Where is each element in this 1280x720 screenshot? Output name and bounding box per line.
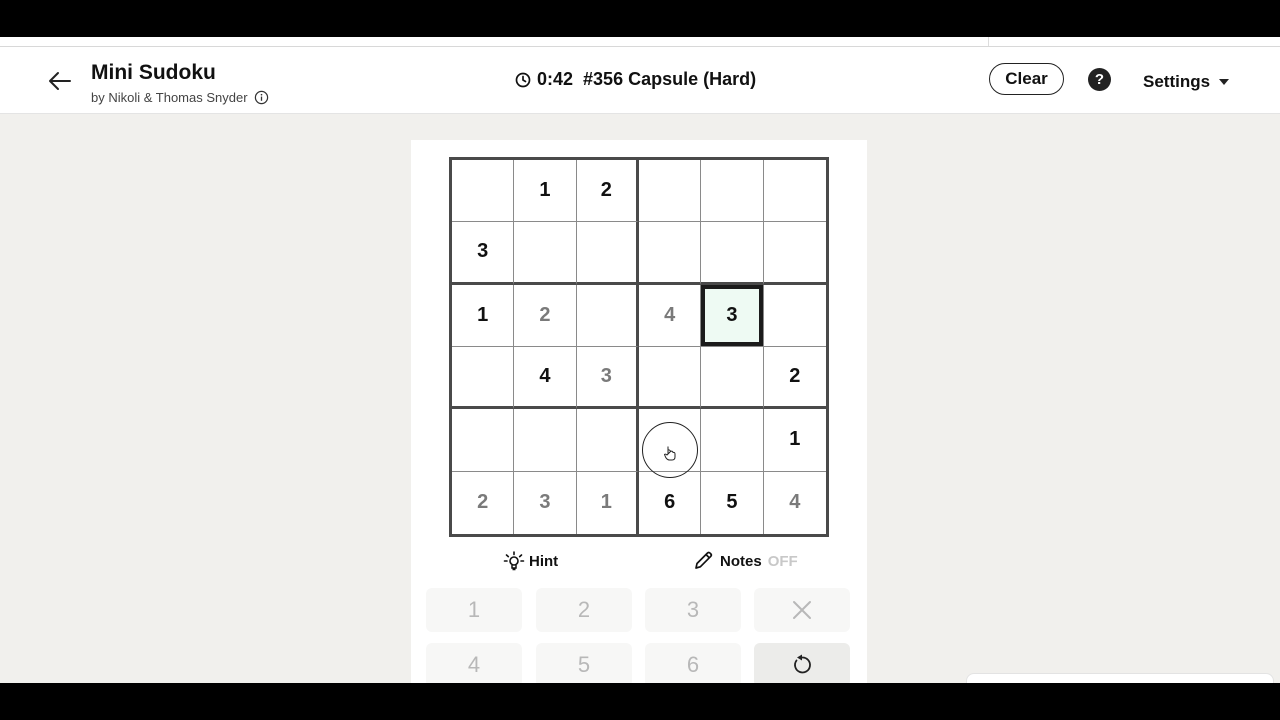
byline-text: by Nikoli & Thomas Snyder xyxy=(91,90,248,105)
key-3[interactable]: 3 xyxy=(645,588,741,632)
sudoku-cell[interactable]: 1 xyxy=(452,284,515,347)
help-icon: ? xyxy=(1094,71,1105,88)
key-2[interactable]: 2 xyxy=(536,588,632,632)
sudoku-cell[interactable] xyxy=(638,346,702,410)
sudoku-cell[interactable]: 2 xyxy=(763,347,826,410)
sudoku-cell[interactable] xyxy=(701,409,764,472)
sudoku-cell[interactable] xyxy=(576,222,639,285)
sudoku-cell[interactable]: 2 xyxy=(514,284,577,347)
clock-icon xyxy=(515,72,531,87)
byline: by Nikoli & Thomas Snyder xyxy=(91,90,269,105)
pencil-icon xyxy=(695,551,713,569)
sudoku-cell[interactable] xyxy=(452,160,515,223)
sudoku-cell[interactable]: 1 xyxy=(577,471,639,534)
key-5[interactable]: 5 xyxy=(536,643,632,683)
hint-button[interactable]: Hint xyxy=(503,550,558,572)
header-bar: Mini Sudoku by Nikoli & Thomas Snyder 0:… xyxy=(0,47,1280,114)
undo-icon xyxy=(794,654,811,674)
page-title: Mini Sudoku xyxy=(91,61,216,84)
sudoku-cell[interactable] xyxy=(514,409,577,472)
sudoku-cell[interactable] xyxy=(701,160,764,223)
puzzle-id: #356 Capsule (Hard) xyxy=(583,69,757,89)
arrow-left-icon xyxy=(49,72,71,90)
sudoku-cell[interactable]: 5 xyxy=(701,471,764,534)
help-button[interactable]: ? xyxy=(1088,68,1111,91)
sudoku-cell[interactable]: 6 xyxy=(639,471,702,534)
undo-button[interactable] xyxy=(754,643,850,683)
sudoku-cell[interactable] xyxy=(576,409,639,472)
sudoku-cell[interactable]: 1 xyxy=(763,409,826,472)
close-icon xyxy=(793,601,811,619)
puzzle-info: 0:42 #356 Capsule (Hard) xyxy=(515,69,756,90)
sudoku-cell[interactable]: 3 xyxy=(576,346,639,410)
clear-button[interactable]: Clear xyxy=(989,63,1064,95)
back-button[interactable] xyxy=(44,65,76,97)
tool-row: Hint Notes OFF xyxy=(411,550,867,574)
divider xyxy=(988,37,989,46)
sudoku-cell[interactable] xyxy=(638,160,702,223)
sudoku-cell[interactable]: 1 xyxy=(514,160,577,223)
sudoku-cell[interactable] xyxy=(763,285,826,347)
sudoku-cell[interactable]: 4 xyxy=(764,472,826,534)
sudoku-cell[interactable] xyxy=(452,409,515,472)
key-1[interactable]: 1 xyxy=(426,588,522,632)
hint-label: Hint xyxy=(529,552,559,570)
notes-label: Notes xyxy=(720,552,762,570)
settings-dropdown[interactable]: Settings xyxy=(1143,72,1230,92)
sudoku-cell[interactable] xyxy=(638,222,702,285)
sudoku-cell[interactable] xyxy=(701,222,764,285)
key-6[interactable]: 6 xyxy=(645,643,741,683)
sudoku-cell[interactable]: 3 xyxy=(452,222,515,285)
sudoku-cell[interactable] xyxy=(701,346,764,410)
game-panel: 12312434321231654 Hint Notes OFF 1 2 3 4… xyxy=(411,140,867,683)
notes-toggle[interactable]: Notes OFF xyxy=(692,550,798,572)
notes-state: OFF xyxy=(767,552,798,570)
app-viewport: Mini Sudoku by Nikoli & Thomas Snyder 0:… xyxy=(0,37,1280,683)
sudoku-cell-selected[interactable]: 3 xyxy=(701,284,764,347)
sudoku-cell[interactable] xyxy=(514,222,577,285)
info-icon[interactable] xyxy=(254,90,269,105)
key-4[interactable]: 4 xyxy=(426,643,522,683)
chevron-down-icon xyxy=(1219,79,1230,85)
sudoku-cell[interactable] xyxy=(763,160,826,223)
sudoku-cell[interactable] xyxy=(576,284,639,347)
sudoku-cell[interactable]: 3 xyxy=(514,471,577,534)
top-strip xyxy=(0,37,1280,47)
sudoku-cell[interactable]: 2 xyxy=(452,471,515,534)
sudoku-board: 12312434321231654 xyxy=(449,157,829,537)
sudoku-cell[interactable]: 4 xyxy=(638,284,702,347)
sudoku-cell[interactable] xyxy=(638,409,702,472)
timer: 0:42 xyxy=(537,69,574,89)
sudoku-cell[interactable]: 4 xyxy=(514,346,577,410)
bottom-widget[interactable] xyxy=(966,673,1274,683)
sudoku-cell[interactable] xyxy=(763,222,826,285)
settings-label: Settings xyxy=(1143,72,1211,91)
sudoku-cell[interactable]: 2 xyxy=(576,160,639,223)
sudoku-cell[interactable] xyxy=(452,346,515,410)
lightbulb-icon xyxy=(503,551,525,571)
erase-button[interactable] xyxy=(754,588,850,632)
